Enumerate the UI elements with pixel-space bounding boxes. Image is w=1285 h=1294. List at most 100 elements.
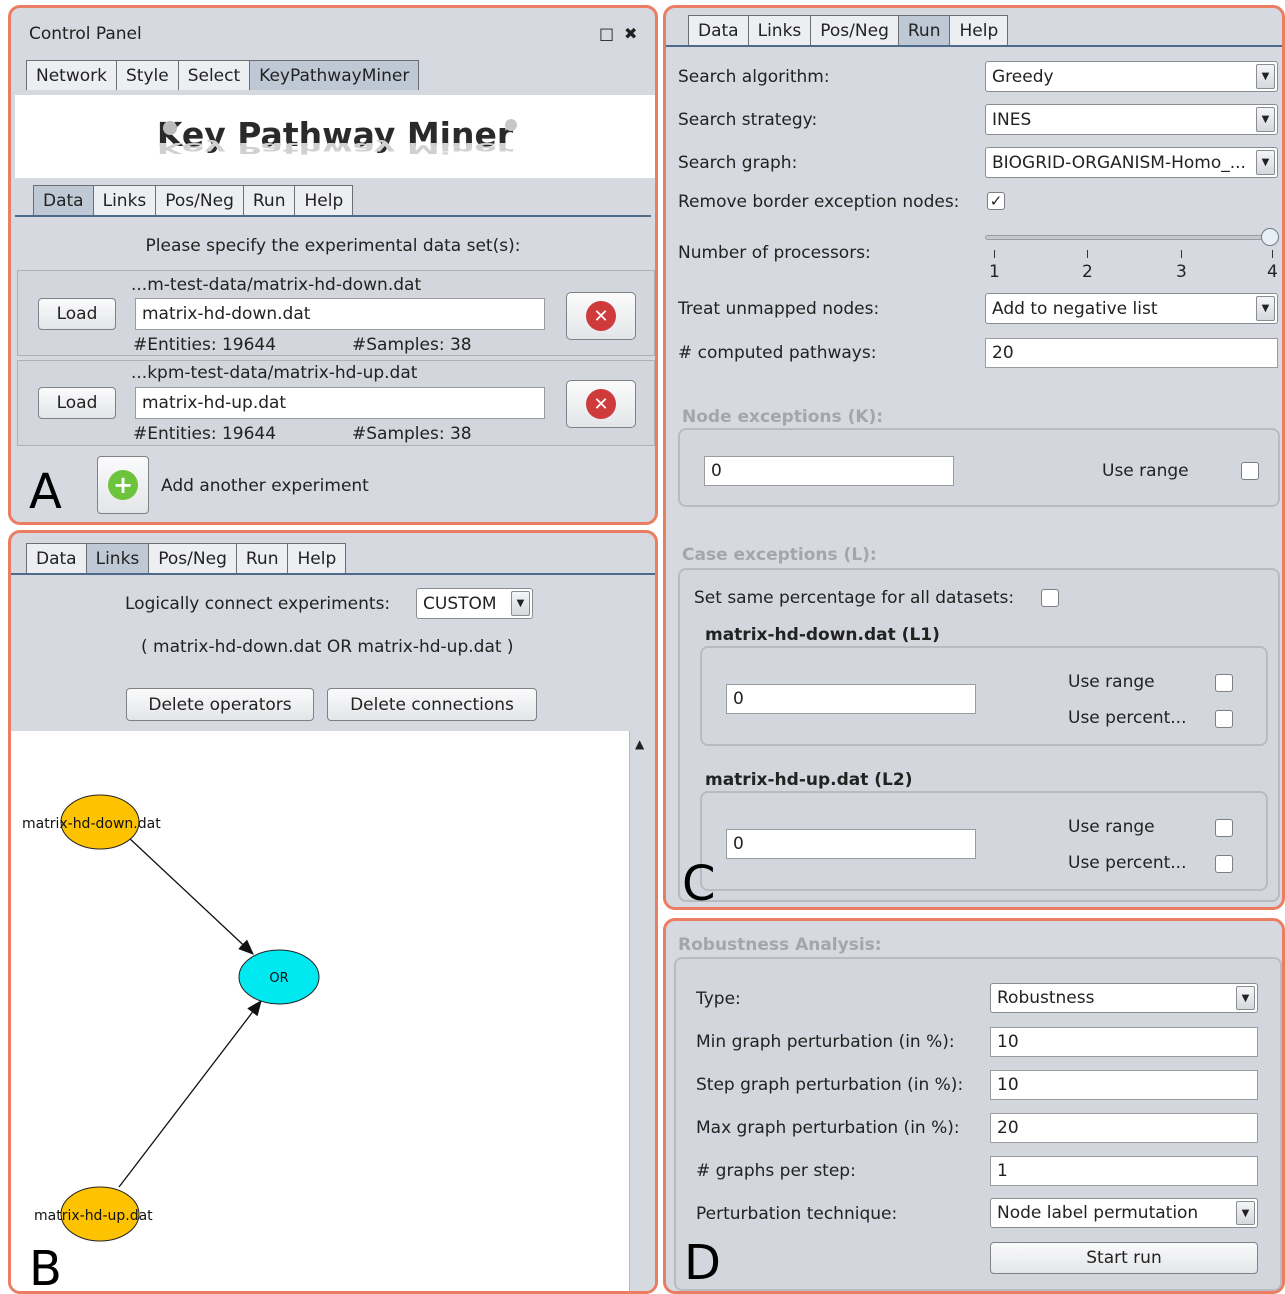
min-perturbation-input[interactable]: 10 — [990, 1027, 1258, 1057]
search-graph-select[interactable]: BIOGRID-ORGANISM-Homo_... ▼ — [985, 147, 1278, 178]
experiment-name-field[interactable]: matrix-hd-up.dat — [135, 387, 545, 419]
remove-experiment-button[interactable]: ✕ — [566, 380, 636, 428]
use-range-checkbox[interactable] — [1215, 819, 1233, 837]
connect-select[interactable]: CUSTOM ▼ — [416, 588, 533, 619]
tab-run[interactable]: Run — [897, 15, 951, 45]
type-label: Type: — [696, 989, 741, 1009]
tab-keypathwayminer[interactable]: KeyPathwayMiner — [249, 60, 420, 90]
search-algorithm-select[interactable]: Greedy ▼ — [985, 61, 1278, 92]
entities-count: #Entities: 19644 — [133, 335, 277, 355]
search-graph-value: BIOGRID-ORGANISM-Homo_... — [992, 152, 1246, 173]
tab-run[interactable]: Run — [235, 543, 289, 573]
kpm-subtabs: Data Links Pos/Neg Run Help — [33, 185, 354, 215]
tab-help[interactable]: Help — [949, 15, 1009, 45]
tab-network[interactable]: Network — [26, 60, 117, 90]
tab-divider — [666, 45, 1282, 47]
tab-links[interactable]: Links — [85, 543, 150, 573]
graph-scrollbar[interactable]: ▲ — [629, 731, 655, 1291]
experiment-box: ...m-test-data/matrix-hd-down.dat Load m… — [17, 270, 655, 356]
tab-links[interactable]: Links — [747, 15, 812, 45]
use-range-checkbox[interactable] — [1241, 462, 1259, 480]
graph-node-label: OR — [269, 971, 288, 986]
tab-help[interactable]: Help — [294, 185, 354, 215]
robustness-title: Robustness Analysis: — [678, 935, 882, 955]
samples-count: #Samples: 38 — [352, 335, 472, 355]
tab-data[interactable]: Data — [688, 15, 749, 45]
tab-select[interactable]: Select — [177, 60, 251, 90]
check-icon: ✓ — [989, 191, 1003, 210]
unmapped-select[interactable]: Add to negative list ▼ — [985, 293, 1278, 324]
experiment-name-field[interactable]: matrix-hd-down.dat — [135, 298, 545, 330]
dataset-group: 0 Use range Use percent... — [700, 791, 1268, 891]
same-percentage-checkbox[interactable] — [1041, 589, 1059, 607]
restore-icon[interactable]: □ — [599, 24, 614, 43]
graph-canvas[interactable]: matrix-hd-down.dat matrix-hd-up.dat OR — [11, 731, 629, 1291]
node-exceptions-input[interactable]: 0 — [704, 456, 954, 486]
processors-slider[interactable]: 1 2 3 4 — [985, 226, 1279, 286]
connect-label: Logically connect experiments: — [125, 594, 391, 614]
tab-posneg[interactable]: Pos/Neg — [148, 543, 237, 573]
kpm-banner: Key Pathway Miner Key Pathway Miner — [15, 95, 655, 178]
panel-letter: A — [29, 464, 62, 520]
search-strategy-select[interactable]: INES ▼ — [985, 104, 1278, 135]
tab-divider — [11, 573, 655, 575]
technique-select[interactable]: Node label permutation ▼ — [990, 1198, 1258, 1228]
graph-svg: matrix-hd-down.dat matrix-hd-up.dat OR — [22, 794, 320, 1242]
slider-tick — [1181, 250, 1182, 258]
computed-pathways-input[interactable]: 20 — [985, 338, 1278, 368]
search-algorithm-label: Search algorithm: — [678, 67, 830, 87]
close-icon[interactable]: ✖ — [624, 24, 637, 43]
use-percent-checkbox[interactable] — [1215, 710, 1233, 728]
tab-data[interactable]: Data — [26, 543, 87, 573]
slider-thumb[interactable] — [1261, 228, 1279, 246]
graphs-per-step-label: # graphs per step: — [696, 1161, 856, 1181]
use-range-label: Use range — [1068, 817, 1155, 837]
graphs-per-step-input[interactable]: 1 — [990, 1156, 1258, 1186]
processors-label: Number of processors: — [678, 243, 871, 263]
use-range-checkbox[interactable] — [1215, 674, 1233, 692]
type-select[interactable]: Robustness ▼ — [990, 983, 1258, 1013]
experiment-path: ...m-test-data/matrix-hd-down.dat — [131, 275, 422, 295]
node-exceptions-title: Node exceptions (K): — [682, 407, 884, 427]
dataset-title: matrix-hd-down.dat (L1) — [705, 625, 940, 645]
graph-node-label: matrix-hd-down.dat — [22, 816, 161, 832]
chevron-down-icon: ▼ — [1256, 296, 1275, 321]
start-run-button[interactable]: Start run — [990, 1242, 1258, 1274]
links-tabs: Data Links Pos/Neg Run Help — [26, 543, 347, 573]
tab-posneg[interactable]: Pos/Neg — [155, 185, 244, 215]
search-strategy-value: INES — [992, 109, 1032, 130]
max-perturbation-input[interactable]: 20 — [990, 1113, 1258, 1143]
technique-label: Perturbation technique: — [696, 1204, 898, 1224]
use-percent-checkbox[interactable] — [1215, 855, 1233, 873]
chevron-down-icon: ▼ — [1236, 1201, 1255, 1225]
tab-divider — [15, 215, 651, 217]
tab-style[interactable]: Style — [115, 60, 179, 90]
tab-data[interactable]: Data — [33, 185, 94, 215]
chevron-down-icon: ▼ — [1256, 150, 1275, 175]
tab-run[interactable]: Run — [242, 185, 296, 215]
chevron-down-icon: ▼ — [511, 591, 530, 616]
min-perturbation-label: Min graph perturbation (in %): — [696, 1032, 955, 1052]
tab-links[interactable]: Links — [92, 185, 157, 215]
load-button[interactable]: Load — [38, 387, 116, 419]
bee-icon — [163, 121, 177, 135]
add-experiment-label: Add another experiment — [161, 476, 369, 496]
add-experiment-button[interactable]: + — [97, 456, 149, 514]
remove-experiment-button[interactable]: ✕ — [566, 292, 636, 340]
use-range-label: Use range — [1068, 672, 1155, 692]
graph-edge — [118, 999, 262, 1188]
delete-connections-button[interactable]: Delete connections — [327, 688, 537, 721]
dataset-title: matrix-hd-up.dat (L2) — [705, 770, 913, 790]
dataset-exception-input[interactable]: 0 — [726, 684, 976, 714]
step-perturbation-input[interactable]: 10 — [990, 1070, 1258, 1100]
dataset-exception-input[interactable]: 0 — [726, 829, 976, 859]
tab-help[interactable]: Help — [287, 543, 347, 573]
bee-icon — [505, 119, 517, 131]
remove-border-checkbox[interactable]: ✓ — [987, 192, 1005, 210]
load-button[interactable]: Load — [38, 298, 116, 330]
scroll-up-icon[interactable]: ▲ — [635, 737, 644, 751]
delete-operators-button[interactable]: Delete operators — [126, 688, 314, 721]
experiment-path: ...kpm-test-data/matrix-hd-up.dat — [131, 363, 418, 383]
panel-a-data: Control Panel □ ✖ Network Style Select K… — [8, 5, 658, 525]
tab-posneg[interactable]: Pos/Neg — [810, 15, 899, 45]
